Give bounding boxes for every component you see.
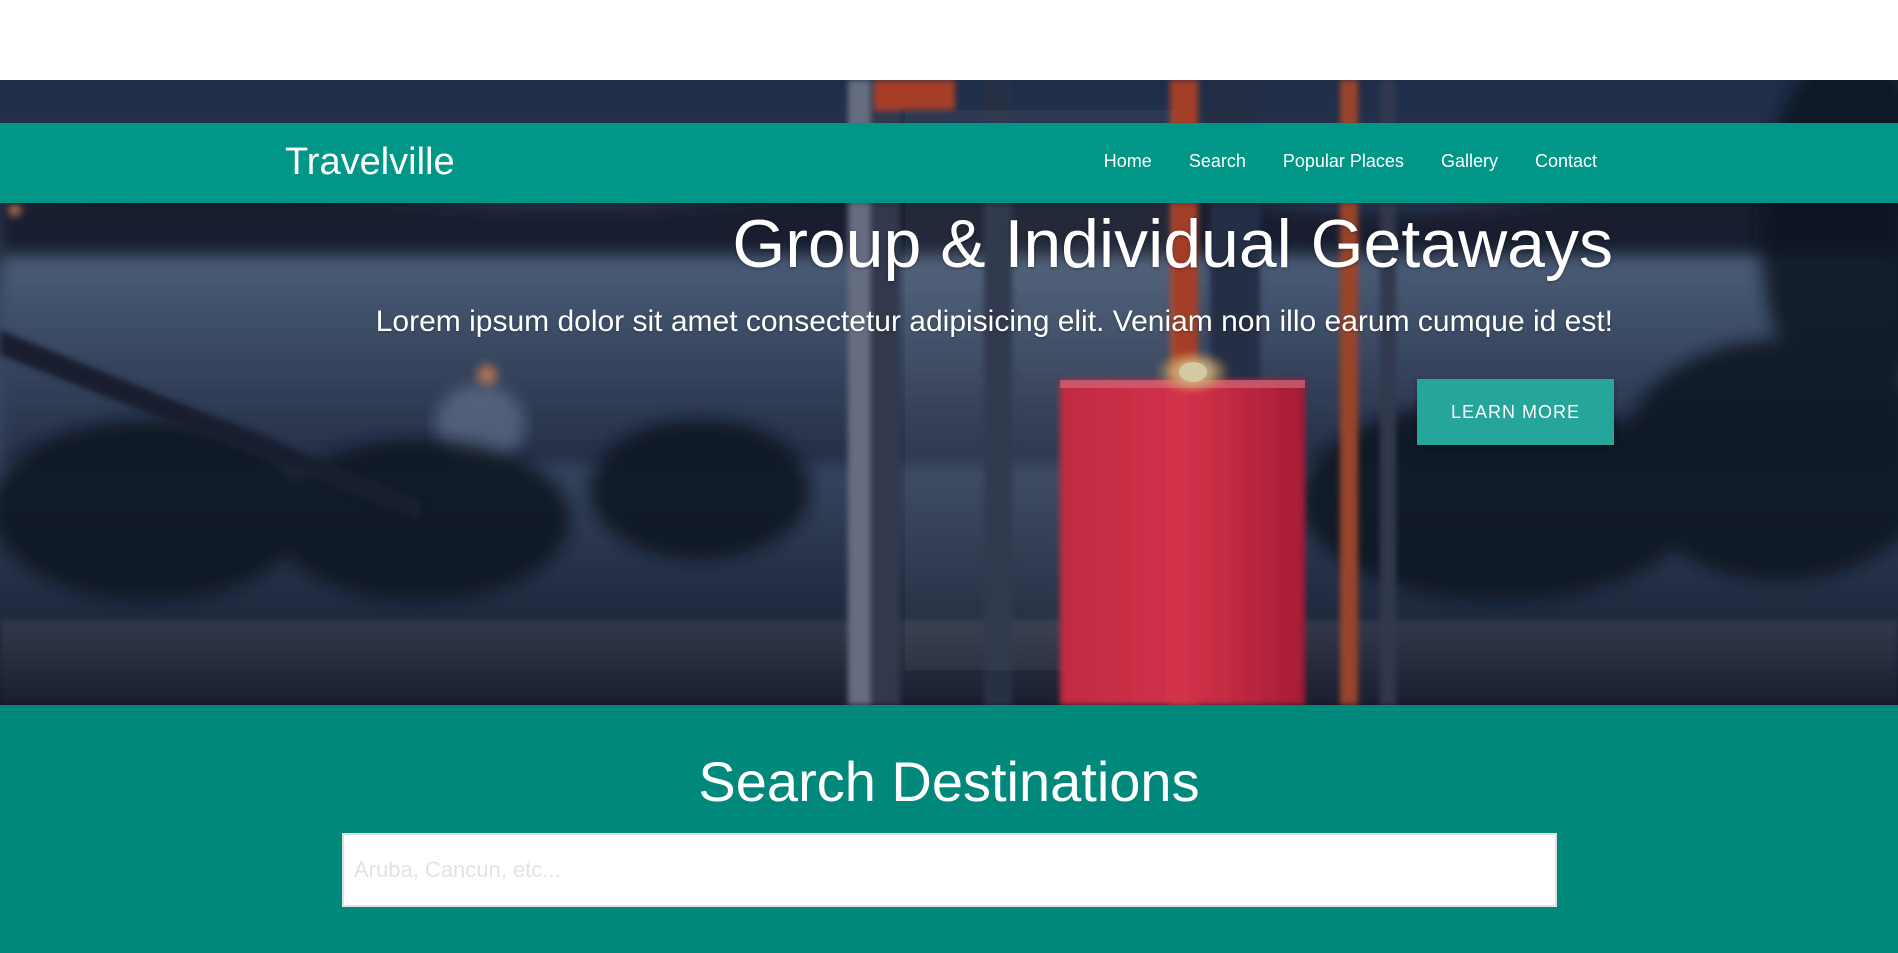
nav-link-home[interactable]: Home [1104, 151, 1152, 172]
page: Travelville Home Search Popular Places G… [0, 0, 1898, 953]
hero-title: Group & Individual Getaways [732, 206, 1613, 282]
nav-link-contact[interactable]: Contact [1535, 151, 1597, 172]
brand-logo[interactable]: Travelville [285, 141, 455, 184]
nav-link-search[interactable]: Search [1189, 151, 1246, 172]
nav-link-popular-places[interactable]: Popular Places [1283, 151, 1404, 172]
search-title: Search Destinations [698, 750, 1200, 813]
nav-link-gallery[interactable]: Gallery [1441, 151, 1498, 172]
navbar: Travelville Home Search Popular Places G… [0, 123, 1898, 203]
search-section: Search Destinations [0, 705, 1898, 953]
top-whitespace [0, 0, 1898, 80]
learn-more-button[interactable]: LEARN MORE [1417, 379, 1614, 445]
nav-links: Home Search Popular Places Gallery Conta… [1067, 151, 1597, 172]
search-input[interactable] [342, 833, 1557, 907]
hero-subtitle: Lorem ipsum dolor sit amet consectetur a… [375, 305, 1613, 338]
